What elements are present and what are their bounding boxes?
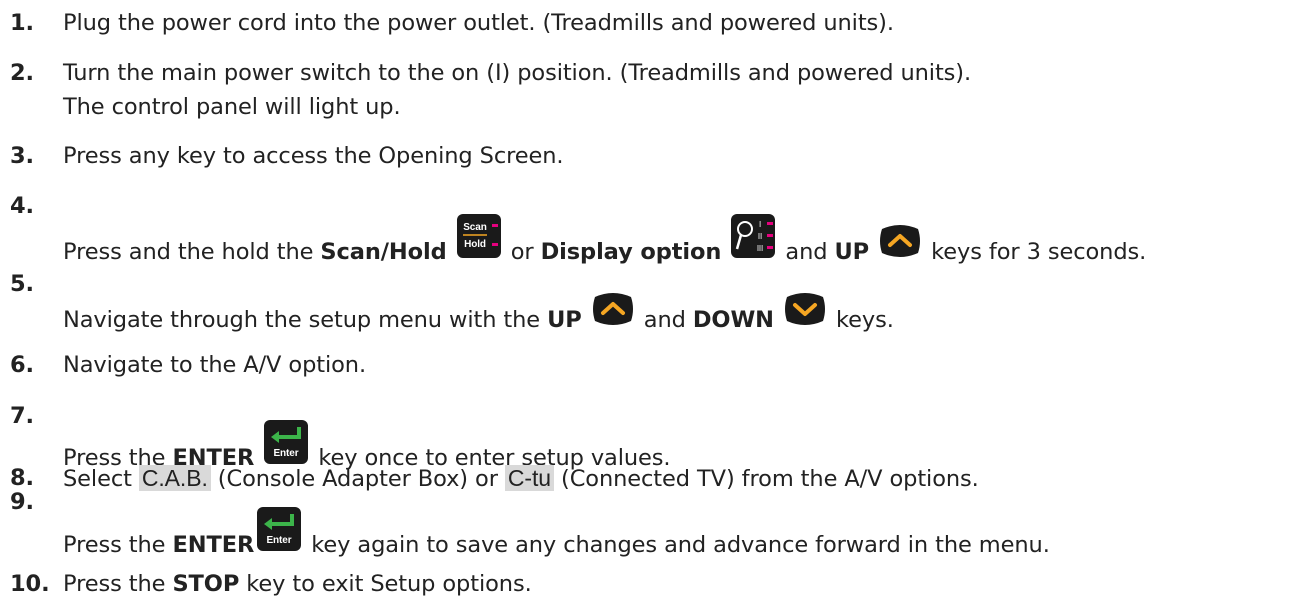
svg-text:Enter: Enter — [267, 535, 292, 546]
svg-text:Enter: Enter — [274, 448, 299, 459]
step-text: Press the ENTER Enter key once to enter … — [63, 419, 671, 471]
step-number: 10. — [10, 571, 50, 597]
step-number: 9. — [10, 489, 35, 515]
lcd-value-cab: C.A.B. — [138, 465, 211, 491]
svg-text:III: III — [757, 244, 763, 253]
step-text: Select C.A.B. (Console Adapter Box) or C… — [63, 465, 979, 492]
scan-hold-key-label: Scan/Hold — [320, 239, 447, 265]
svg-text:I: I — [759, 220, 761, 229]
enter-key-icon: Enter — [256, 506, 302, 558]
step-text: Plug the power cord into the power outle… — [63, 10, 894, 36]
enter-key-icon: Enter — [263, 419, 309, 471]
scan-hold-key-icon: Scan Hold — [456, 213, 502, 265]
step-number: 6. — [10, 352, 35, 378]
up-arrow-key-icon — [878, 223, 922, 265]
up-arrow-key-icon — [591, 291, 635, 333]
up-key-label: UP — [834, 239, 870, 265]
step-number: 3. — [10, 143, 35, 169]
step-text: Press and the hold the Scan/Hold Scan Ho… — [63, 213, 1146, 265]
step-number: 5. — [10, 271, 35, 297]
step-text-line2: The control panel will light up. — [63, 94, 401, 120]
instruction-list: 1. Plug the power cord into the power ou… — [0, 0, 1314, 608]
step-text: Press the STOP key to exit Setup options… — [63, 571, 532, 597]
step-number: 8. — [10, 465, 35, 491]
step-number: 1. — [10, 10, 35, 36]
up-key-label: UP — [547, 307, 582, 333]
enter-key-label: ENTER — [172, 532, 255, 558]
step-text: Navigate to the A/V option. — [63, 352, 367, 378]
step-number: 4. — [10, 193, 35, 219]
down-arrow-key-icon — [783, 291, 827, 333]
step-text: Navigate through the setup menu with the… — [63, 291, 894, 333]
step-text: Press the ENTER Enter key again to save a… — [63, 506, 1050, 558]
step-text: Press any key to access the Opening Scre… — [63, 143, 564, 169]
svg-text:Scan: Scan — [463, 222, 487, 233]
lcd-value-ctu: C-tu — [504, 465, 554, 491]
display-option-key-icon: I II III — [730, 213, 776, 265]
stop-key-label: STOP — [172, 571, 240, 597]
step-number: 7. — [10, 403, 35, 429]
svg-text:II: II — [758, 232, 762, 241]
svg-text:Hold: Hold — [464, 239, 486, 250]
down-key-label: DOWN — [692, 307, 774, 333]
step-text: Turn the main power switch to the on (I)… — [63, 60, 972, 86]
display-option-key-label: Display option — [540, 239, 722, 265]
step-number: 2. — [10, 60, 35, 86]
